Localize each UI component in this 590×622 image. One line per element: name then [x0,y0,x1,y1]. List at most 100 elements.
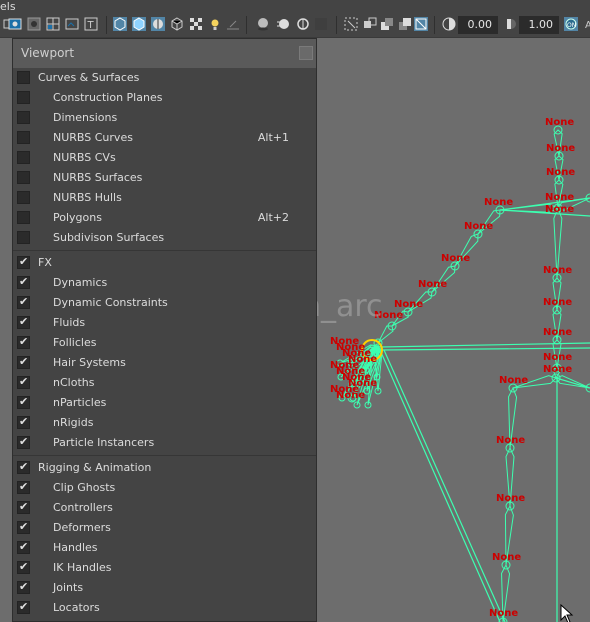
bone[interactable] [377,325,394,344]
show-item-row[interactable]: IK Handles [13,558,316,578]
exposure-field[interactable]: 0.00 [458,16,498,34]
show-item-row[interactable]: NURBS CVs [13,148,316,168]
bookmark-icon[interactable] [8,17,22,31]
xray-joints-icon[interactable] [380,17,394,31]
checkbox[interactable] [17,71,30,84]
item-label: Locators [53,601,100,614]
checkbox[interactable] [17,540,30,554]
grid-icon[interactable] [46,17,60,31]
checkbox[interactable] [17,211,30,224]
checkbox[interactable] [17,335,30,349]
lights-icon[interactable] [208,17,222,31]
show-item-row[interactable]: Fluids [13,313,316,333]
show-item-row[interactable]: Particle Instancers [13,433,316,453]
checkbox[interactable] [17,275,30,289]
anti-aliasing-icon[interactable] [296,17,310,31]
show-item-row[interactable]: Hair Systems [13,353,316,373]
depth-of-field-icon[interactable] [314,17,328,31]
group-label: FX [38,256,52,269]
checkbox[interactable] [17,131,30,144]
show-item-row[interactable]: Clip Ghosts [13,478,316,498]
panel-title[interactable]: Viewport [13,39,316,68]
joint-name-label: None [543,297,572,308]
item-label: Controllers [53,501,113,514]
show-item-row[interactable]: Controllers [13,498,316,518]
checkbox[interactable] [17,460,30,474]
group-row[interactable]: Rigging & Animation [13,458,316,478]
show-item-row[interactable]: Dimensions [13,108,316,128]
checkbox[interactable] [17,91,30,104]
exposure-icon[interactable] [442,17,456,31]
checkbox[interactable] [17,295,30,309]
close-icon[interactable] [299,46,313,60]
smooth-shade-icon[interactable] [132,17,146,31]
show-item-row[interactable]: nCloths [13,373,316,393]
bone[interactable] [381,347,590,351]
item-label: nRigids [53,416,94,429]
image-plane-icon[interactable] [27,17,41,31]
color-management-icon[interactable]: ON [564,17,578,31]
show-item-row[interactable]: Dynamic Constraints [13,293,316,313]
textured-icon[interactable] [189,17,203,31]
checkbox[interactable] [17,520,30,534]
checkbox[interactable] [17,355,30,369]
item-label: Hair Systems [53,356,126,369]
show-item-row[interactable]: Construction Planes [13,88,316,108]
checkbox[interactable] [17,255,30,269]
group-row[interactable]: Curves & Surfaces [13,68,316,88]
item-label: NURBS CVs [53,151,116,164]
show-item-row[interactable]: nRigids [13,413,316,433]
checkbox[interactable] [17,315,30,329]
show-item-row[interactable]: Handles [13,538,316,558]
checkbox[interactable] [17,415,30,429]
item-label: NURBS Hulls [53,191,122,204]
ambient-occlusion-icon[interactable] [256,17,270,31]
bone[interactable] [383,349,506,622]
text-icon[interactable]: T [84,17,98,31]
wireframe-icon[interactable] [113,17,127,31]
show-item-row[interactable]: NURBS Hulls [13,188,316,208]
checkbox[interactable] [17,151,30,164]
checkbox[interactable] [17,600,30,614]
gamma-icon[interactable] [504,17,518,31]
gamma-field[interactable]: 1.00 [519,16,559,34]
bone[interactable] [555,377,590,389]
film-gate-icon[interactable] [65,17,79,31]
show-item-row[interactable]: nParticles [13,393,316,413]
item-label: Particle Instancers [53,436,155,449]
checkbox[interactable] [17,375,30,389]
isolate-icon[interactable] [344,17,358,31]
checkbox[interactable] [17,231,30,244]
show-item-row[interactable]: Subdivison Surfaces [13,228,316,248]
show-item-row[interactable]: NURBS Curves Alt+1 [13,128,316,148]
checkbox[interactable] [17,111,30,124]
checkbox[interactable] [17,191,30,204]
show-item-row[interactable]: Polygons Alt+2 [13,208,316,228]
show-item-row[interactable]: Follicles [13,333,316,353]
bone[interactable] [379,349,501,622]
show-item-row[interactable]: Dynamics [13,273,316,293]
show-item-row[interactable]: Deformers [13,518,316,538]
show-item-row[interactable]: NURBS Surfaces [13,168,316,188]
checkbox[interactable] [17,560,30,574]
show-item-row[interactable]: Joints [13,578,316,598]
joint-name-label: None [418,279,447,290]
wireframe-on-shaded-icon[interactable] [151,17,165,31]
joint-name-label: None [545,204,574,215]
camera-gate-icon[interactable] [414,17,428,31]
motion-blur-icon[interactable] [276,17,290,31]
group-row[interactable]: FX [13,253,316,273]
panel-menu-label[interactable]: els [0,0,16,13]
checkbox[interactable] [17,580,30,594]
checkbox[interactable] [17,435,30,449]
more-tools-icon[interactable]: A [582,17,590,31]
checkbox[interactable] [17,171,30,184]
xray-active-icon[interactable] [398,17,412,31]
checkbox[interactable] [17,395,30,409]
checkbox[interactable] [17,480,30,494]
shadows-icon[interactable] [226,17,240,31]
show-item-row[interactable]: Locators [13,598,316,618]
default-material-icon[interactable] [170,17,184,31]
checkbox[interactable] [17,500,30,514]
xray-icon[interactable] [363,17,377,31]
